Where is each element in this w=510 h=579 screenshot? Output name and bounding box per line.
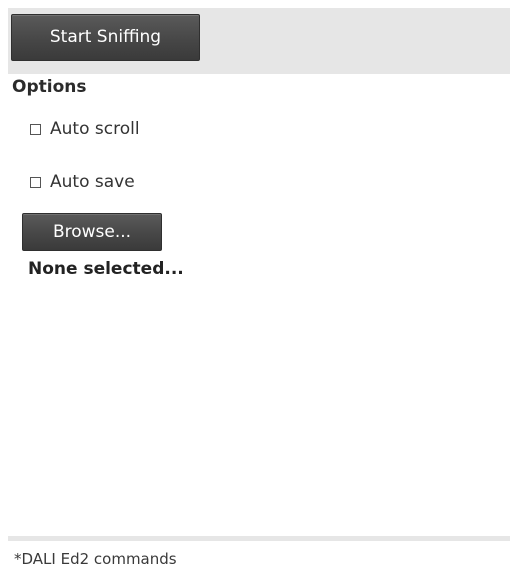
selected-file-status: None selected... (28, 259, 184, 279)
start-sniffing-button[interactable]: Start Sniffing (11, 14, 200, 61)
auto-scroll-option[interactable]: Auto scroll (30, 119, 140, 139)
auto-save-option[interactable]: Auto save (30, 172, 135, 192)
auto-scroll-label: Auto scroll (50, 119, 140, 139)
footer-note: *DALI Ed2 commands (14, 550, 177, 568)
footer-divider (8, 536, 510, 541)
sniffer-panel: Start Sniffing Options Auto scroll Auto … (0, 0, 510, 579)
auto-scroll-checkbox[interactable] (30, 123, 41, 135)
options-heading: Options (12, 77, 87, 97)
auto-save-checkbox[interactable] (30, 176, 41, 188)
auto-save-label: Auto save (50, 172, 135, 192)
browse-button[interactable]: Browse... (22, 213, 162, 251)
